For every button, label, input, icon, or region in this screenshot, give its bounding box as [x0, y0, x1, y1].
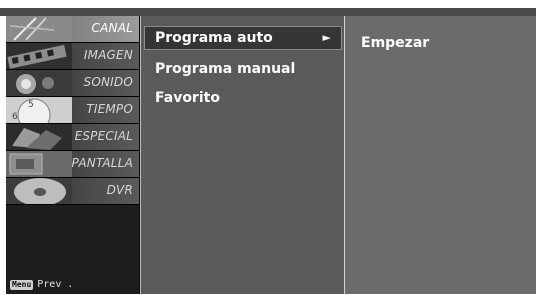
sidebar-item-tiempo[interactable]: 6 5 TIEMPO — [6, 97, 139, 124]
sidebar-item-dvr[interactable]: DVR — [6, 178, 139, 205]
clock-icon: 6 5 — [6, 97, 72, 123]
submenu-item-empezar[interactable]: Empezar — [361, 35, 429, 51]
film-strip-icon — [6, 43, 72, 69]
antenna-icon — [6, 16, 72, 42]
menu-item-label: Favorito — [155, 90, 220, 106]
category-sidebar: CANAL IMAGEN SONIDO 6 5 TIEMPO ESPECIAL … — [6, 16, 140, 294]
menu-item-label: Programa manual — [155, 61, 296, 77]
top-bar — [0, 8, 536, 16]
menu-item-label: Programa auto — [155, 30, 273, 46]
sidebar-item-label: TIEMPO — [86, 102, 133, 116]
prev-hint: Menu Prev . — [10, 279, 73, 290]
menu-item-programa-manual[interactable]: Programa manual — [155, 61, 295, 77]
sidebar-item-pantalla[interactable]: PANTALLA — [6, 151, 139, 178]
sidebar-item-label: DVR — [106, 183, 133, 197]
arrow-right-icon: ► — [322, 31, 331, 44]
menu-key-icon: Menu — [10, 279, 34, 290]
channel-menu: Programa auto ► Programa manual Favorito — [140, 16, 345, 294]
submenu-panel: Empezar — [344, 16, 536, 294]
sidebar-item-label: CANAL — [91, 21, 133, 35]
speaker-icon — [6, 70, 72, 96]
tv-menu-screen: CANAL IMAGEN SONIDO 6 5 TIEMPO ESPECIAL … — [0, 0, 536, 295]
sidebar-item-label: IMAGEN — [83, 48, 133, 62]
sidebar-item-especial[interactable]: ESPECIAL — [6, 124, 139, 151]
disc-icon — [6, 178, 72, 204]
svg-text:5: 5 — [28, 100, 34, 110]
svg-text:6: 6 — [12, 112, 18, 122]
special-icon — [6, 124, 72, 150]
sidebar-item-label: SONIDO — [83, 75, 133, 89]
sidebar-item-sonido[interactable]: SONIDO — [6, 70, 139, 97]
submenu-item-label: Empezar — [361, 35, 430, 51]
sidebar-item-canal[interactable]: CANAL — [6, 16, 139, 43]
screen-icon — [6, 151, 72, 177]
sidebar-item-label: ESPECIAL — [74, 129, 133, 143]
prev-label: Prev . — [37, 279, 74, 290]
menu-item-programa-auto[interactable]: Programa auto ► — [144, 26, 342, 50]
sidebar-item-label: PANTALLA — [71, 156, 133, 170]
sidebar-item-imagen[interactable]: IMAGEN — [6, 43, 139, 70]
menu-item-favorito[interactable]: Favorito — [155, 90, 220, 106]
